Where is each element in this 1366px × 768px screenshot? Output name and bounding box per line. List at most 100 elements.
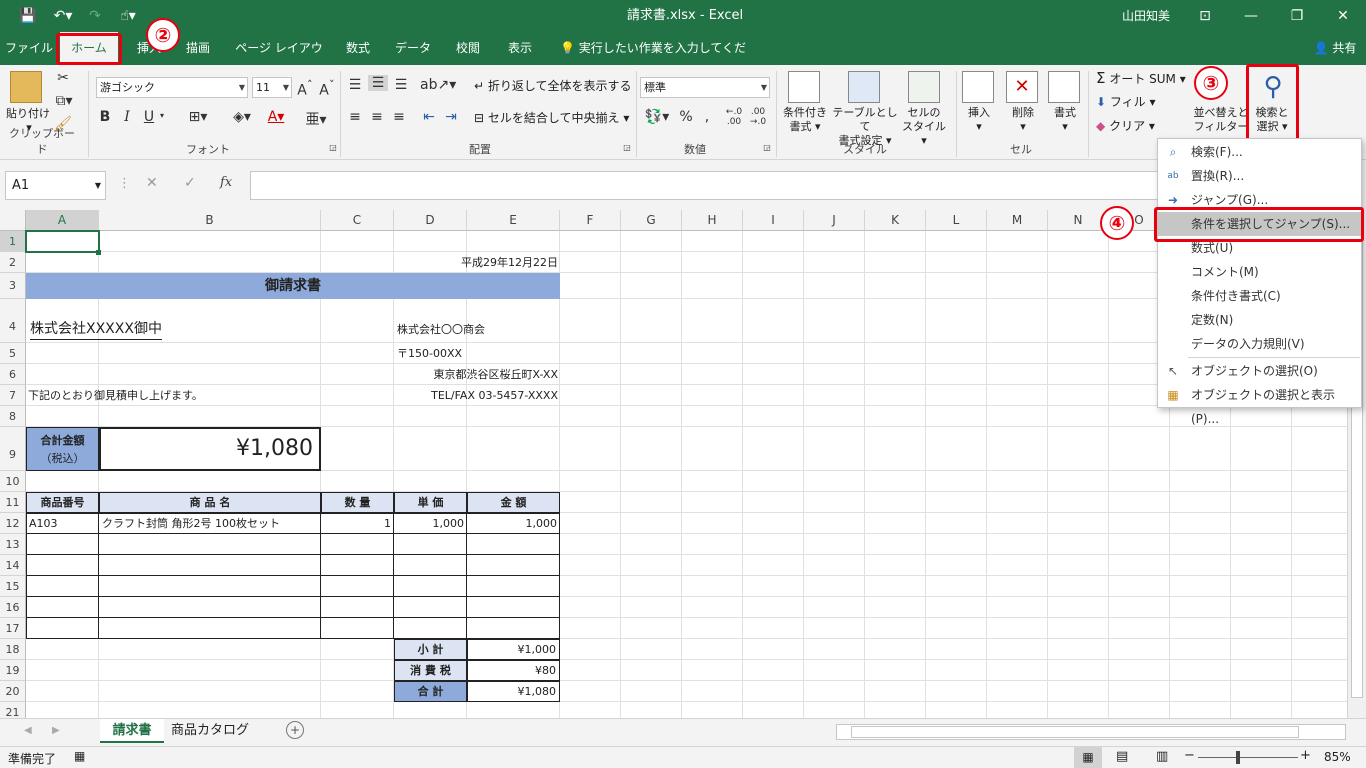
align-bottom-icon[interactable]: ☰ bbox=[392, 77, 410, 93]
decrease-font-icon[interactable]: Aˇ bbox=[318, 78, 336, 99]
menu-item-select-objects[interactable]: ↖ オブジェクトの選択(O) bbox=[1158, 359, 1361, 383]
share-button[interactable]: 👤 共有 bbox=[1308, 32, 1362, 65]
font-size-select[interactable]: 11 ▼ bbox=[252, 77, 292, 98]
tab-home[interactable]: ホーム bbox=[60, 32, 118, 65]
increase-decimal-icon[interactable]: ←.0.00 bbox=[724, 107, 744, 127]
delete-cells-button[interactable]: 削除 ▾ bbox=[1002, 106, 1044, 134]
percent-icon[interactable]: % bbox=[678, 109, 694, 125]
menu-item-formulas[interactable]: 数式(U) bbox=[1158, 236, 1361, 260]
sheet-next-icon[interactable]: ▶ bbox=[52, 725, 60, 736]
sheet-tab-catalog[interactable]: 商品カタログ bbox=[168, 719, 252, 743]
row-header[interactable]: 5 bbox=[0, 343, 26, 364]
comma-style-icon[interactable]: , bbox=[700, 109, 714, 125]
bold-button[interactable]: B bbox=[98, 109, 112, 125]
delete-cells-icon[interactable]: ✕ bbox=[1006, 71, 1038, 103]
copy-icon[interactable]: ⧉▾ bbox=[52, 93, 76, 109]
column-header[interactable]: B bbox=[99, 210, 321, 231]
menu-item-goto[interactable]: ➜ ジャンプ(G)... bbox=[1158, 188, 1361, 212]
row-header[interactable]: 3 bbox=[0, 273, 26, 299]
h-scrollbar-thumb[interactable] bbox=[851, 726, 1299, 738]
menu-item-goto-special[interactable]: 条件を選択してジャンプ(S)... bbox=[1158, 212, 1361, 236]
name-box[interactable]: A1 ▼ bbox=[5, 171, 106, 200]
italic-button[interactable]: I bbox=[120, 109, 134, 125]
page-break-view-icon[interactable]: ▥ bbox=[1156, 749, 1168, 764]
align-top-icon[interactable]: ☰ bbox=[346, 77, 364, 93]
add-sheet-icon[interactable]: + bbox=[286, 721, 304, 739]
menu-item-find[interactable]: ⌕ 検索(F)... bbox=[1158, 140, 1361, 164]
enter-icon[interactable]: ✓ bbox=[184, 175, 196, 191]
increase-font-icon[interactable]: Aˆ bbox=[296, 78, 314, 99]
menu-item-constants[interactable]: 定数(N) bbox=[1158, 308, 1361, 332]
menu-item-comments[interactable]: コメント(M) bbox=[1158, 260, 1361, 284]
row-header[interactable]: 14 bbox=[0, 555, 26, 576]
row-header[interactable]: 4 bbox=[0, 299, 26, 343]
align-right-icon[interactable]: ≡ bbox=[390, 109, 408, 125]
decrease-decimal-icon[interactable]: .00 →.0 bbox=[748, 107, 768, 127]
zoom-out-icon[interactable]: − bbox=[1184, 748, 1195, 763]
wrap-text-button[interactable]: ↵ 折り返して全体を表示する bbox=[474, 79, 634, 93]
menu-item-replace[interactable]: ab 置換(R)... bbox=[1158, 164, 1361, 188]
align-center-icon[interactable]: ≡ bbox=[368, 109, 386, 125]
merge-center-button[interactable]: ⊟ セルを結合して中央揃え ▾ bbox=[474, 111, 634, 125]
row-header[interactable]: 15 bbox=[0, 576, 26, 597]
column-header[interactable]: J bbox=[804, 210, 865, 231]
clear-button[interactable]: ◆ クリア ▾ bbox=[1096, 119, 1156, 133]
row-header[interactable]: 13 bbox=[0, 534, 26, 555]
column-header[interactable]: H bbox=[682, 210, 743, 231]
decrease-indent-icon[interactable]: ⇤ bbox=[420, 109, 438, 125]
sheet-tab-invoice[interactable]: 請求書 bbox=[100, 719, 164, 743]
active-cell-a1[interactable] bbox=[25, 230, 100, 253]
row-header[interactable]: 21 bbox=[0, 702, 26, 718]
number-dialog-launcher-icon[interactable]: ◲ bbox=[762, 143, 772, 152]
user-name[interactable]: 山田知美 bbox=[1112, 0, 1180, 32]
conditional-format-button[interactable]: 条件付き 書式 ▾ bbox=[778, 106, 832, 134]
insert-cells-button[interactable]: 挿入 ▾ bbox=[958, 106, 1000, 134]
normal-view-icon[interactable]: ▦ bbox=[1074, 747, 1102, 768]
paste-button[interactable]: 貼り付け bbox=[2, 107, 54, 121]
cell-styles-icon[interactable] bbox=[908, 71, 940, 103]
font-dialog-launcher-icon[interactable]: ◲ bbox=[328, 143, 338, 152]
cut-icon[interactable]: ✂ bbox=[54, 70, 72, 86]
insert-cells-icon[interactable] bbox=[962, 71, 994, 103]
row-header[interactable]: 16 bbox=[0, 597, 26, 618]
tab-review[interactable]: 校閲 bbox=[448, 32, 488, 65]
font-color-icon[interactable]: A▾ bbox=[262, 109, 290, 125]
row-header[interactable]: 17 bbox=[0, 618, 26, 639]
horizontal-scrollbar[interactable] bbox=[836, 724, 1346, 740]
zoom-level[interactable]: 85% bbox=[1324, 750, 1351, 764]
row-header[interactable]: 9 bbox=[0, 427, 26, 471]
touch-mode-icon[interactable]: ☝▾ bbox=[112, 0, 144, 32]
macro-record-icon[interactable]: ▦ bbox=[74, 749, 85, 763]
row-header[interactable]: 10 bbox=[0, 471, 26, 492]
zoom-slider-thumb[interactable] bbox=[1236, 751, 1240, 764]
column-header[interactable]: F bbox=[560, 210, 621, 231]
find-select-button[interactable]: 検索と 選択 ▾ bbox=[1250, 106, 1294, 134]
row-header[interactable]: 11 bbox=[0, 492, 26, 513]
column-header[interactable]: K bbox=[865, 210, 926, 231]
save-icon[interactable]: 💾 bbox=[14, 0, 42, 32]
redo-icon[interactable]: ↷ bbox=[82, 0, 108, 32]
page-layout-view-icon[interactable]: ▤ bbox=[1116, 749, 1128, 764]
row-header[interactable]: 2 bbox=[0, 252, 26, 273]
row-header[interactable]: 12 bbox=[0, 513, 26, 534]
tab-draw[interactable]: 描画 bbox=[178, 32, 218, 65]
menu-item-selection-pane[interactable]: ▦ オブジェクトの選択と表示(P)... bbox=[1158, 383, 1361, 426]
fill-color-icon[interactable]: ◈▾ bbox=[226, 109, 258, 125]
fill-handle[interactable] bbox=[96, 250, 101, 255]
cancel-icon[interactable]: ✕ bbox=[146, 175, 158, 191]
number-format-select[interactable]: 標準 ▼ bbox=[640, 77, 770, 98]
row-header[interactable]: 6 bbox=[0, 364, 26, 385]
row-header[interactable]: 18 bbox=[0, 639, 26, 660]
menu-item-data-validation[interactable]: データの入力規則(V) bbox=[1158, 332, 1361, 356]
column-header[interactable]: G bbox=[621, 210, 682, 231]
row-header[interactable]: 20 bbox=[0, 681, 26, 702]
select-all-corner[interactable] bbox=[0, 210, 26, 231]
column-header[interactable]: I bbox=[743, 210, 804, 231]
format-as-table-icon[interactable] bbox=[848, 71, 880, 103]
row-header[interactable]: 19 bbox=[0, 660, 26, 681]
zoom-slider[interactable] bbox=[1198, 757, 1298, 758]
conditional-format-icon[interactable] bbox=[788, 71, 820, 103]
column-header[interactable]: D bbox=[394, 210, 467, 231]
currency-format-icon[interactable]: 💱▾ bbox=[640, 109, 674, 125]
row-header[interactable]: 7 bbox=[0, 385, 26, 406]
